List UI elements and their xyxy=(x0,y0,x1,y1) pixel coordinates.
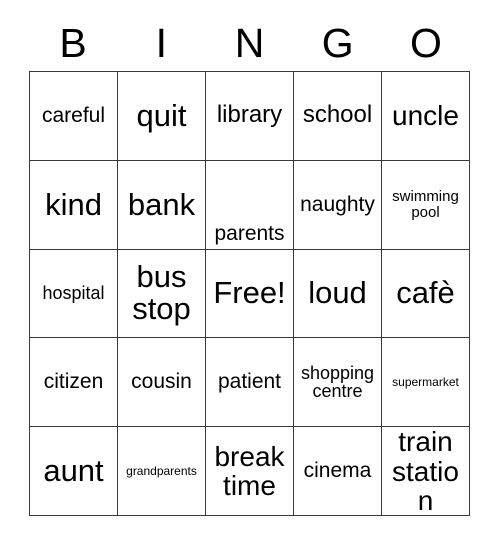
bingo-cell-label: break time xyxy=(214,440,285,502)
bingo-cell-label: swimming pool xyxy=(392,188,459,221)
bingo-cell[interactable]: aunt xyxy=(30,427,118,516)
bingo-cell-label: kind xyxy=(45,186,102,222)
bingo-cell[interactable]: bank xyxy=(118,160,206,250)
bingo-cell[interactable]: loud xyxy=(294,249,382,339)
bingo-cell-label: bank xyxy=(127,186,196,222)
bingo-cell-label: cousin xyxy=(131,370,192,394)
bingo-cell[interactable]: kind xyxy=(30,160,118,250)
bingo-cell-label: uncle xyxy=(392,100,459,132)
bingo-cell-label: patient xyxy=(217,370,282,394)
bingo-cell-label: careful xyxy=(41,103,106,127)
bingo-cell[interactable]: uncle xyxy=(382,72,470,161)
bingo-grid: careful quit library school uncle kind bank par… xyxy=(29,71,470,516)
bingo-cell[interactable]: hospital xyxy=(30,249,118,339)
bingo-cell[interactable]: grandparents xyxy=(118,427,206,516)
bingo-cell[interactable]: library xyxy=(206,72,294,161)
bingo-cell[interactable]: cousin xyxy=(118,338,206,428)
bingo-card: BINGO careful quit library school uncle kind b… xyxy=(0,0,500,544)
bingo-cell-label: Free! xyxy=(213,275,286,311)
bingo-cell[interactable]: bus stop xyxy=(118,249,206,339)
bingo-cell-label: cinema xyxy=(303,459,372,483)
bingo-header-letter-o: O xyxy=(409,20,442,66)
bingo-cell-label: shopping centre xyxy=(300,362,375,402)
bingo-cell-label: school xyxy=(302,101,373,129)
bingo-cell-free[interactable]: Free! xyxy=(206,249,294,339)
bingo-header-letter-i: I xyxy=(155,20,167,66)
bingo-cell[interactable]: citizen xyxy=(30,338,118,428)
bingo-cell[interactable]: supermarket xyxy=(382,338,470,428)
bingo-cell[interactable]: parents xyxy=(206,160,294,250)
bingo-cell[interactable]: cafè xyxy=(382,249,470,339)
bingo-cell-label: supermarket xyxy=(392,375,459,390)
bingo-cell[interactable]: school xyxy=(294,72,382,161)
bingo-cell-label: parents xyxy=(214,221,285,245)
bingo-header-letter-b: B xyxy=(59,20,87,66)
bingo-cell-label: cafè xyxy=(396,275,455,311)
bingo-cell-label: hospital xyxy=(42,283,105,304)
bingo-header-letter-g: G xyxy=(321,20,354,66)
bingo-cell-label: quit xyxy=(136,97,187,133)
bingo-cell-label: loud xyxy=(308,275,367,311)
bingo-cell-label: bus stop xyxy=(132,259,191,327)
bingo-cell[interactable]: break time xyxy=(206,427,294,516)
bingo-cell-label: naughty xyxy=(300,192,375,216)
bingo-cell[interactable]: swimming pool xyxy=(382,160,470,250)
bingo-cell-label: grandparents xyxy=(126,463,197,478)
bingo-cell[interactable]: quit xyxy=(118,72,206,161)
bingo-cell[interactable]: train station xyxy=(382,427,470,516)
bingo-cell-label: library xyxy=(216,101,283,129)
bingo-cell[interactable]: shopping centre xyxy=(294,338,382,428)
bingo-cell[interactable]: cinema xyxy=(294,427,382,516)
bingo-cell[interactable]: careful xyxy=(30,72,118,161)
bingo-cell-label: train station xyxy=(392,427,459,516)
bingo-cell-label: aunt xyxy=(43,452,104,488)
bingo-cell-label: citizen xyxy=(43,370,104,394)
bingo-cell[interactable]: naughty xyxy=(294,160,382,250)
bingo-header-letter-n: N xyxy=(234,20,265,66)
bingo-header-row: BINGO xyxy=(29,16,470,71)
bingo-cell[interactable]: patient xyxy=(206,338,294,428)
